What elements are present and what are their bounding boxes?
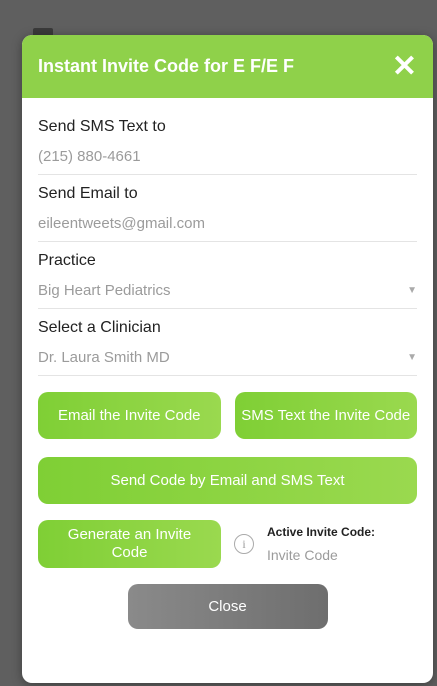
close-icon[interactable]: ✕ <box>392 51 417 82</box>
practice-value: Big Heart Pediatrics <box>38 282 171 299</box>
modal-header: Instant Invite Code for E F/E F ✕ <box>22 35 433 98</box>
email-value: eileentweets@gmail.com <box>38 215 205 232</box>
send-both-button[interactable]: Send Code by Email and SMS Text <box>38 457 417 504</box>
chevron-down-icon: ▼ <box>407 352 417 363</box>
sms-invite-button[interactable]: SMS Text the Invite Code <box>234 392 417 439</box>
generate-row: Generate an Invite Code i Active Invite … <box>38 520 417 568</box>
email-invite-button[interactable]: Email the Invite Code <box>38 392 221 439</box>
clinician-select[interactable]: Dr. Laura Smith MD ▼ <box>38 349 417 376</box>
chevron-down-icon: ▼ <box>407 285 417 296</box>
email-input[interactable]: eileentweets@gmail.com <box>38 215 417 242</box>
practice-field: Practice Big Heart Pediatrics ▼ <box>38 252 417 309</box>
generate-code-button[interactable]: Generate an Invite Code <box>38 520 221 568</box>
invite-code-modal: Instant Invite Code for E F/E F ✕ Send S… <box>22 35 433 683</box>
practice-field-label: Practice <box>38 252 96 269</box>
clinician-value: Dr. Laura Smith MD <box>38 349 170 366</box>
sms-field: Send SMS Text to (215) 880-4661 <box>38 118 417 175</box>
sms-field-label: Send SMS Text to <box>38 118 166 135</box>
email-field-label: Send Email to <box>38 185 138 202</box>
clinician-field-label: Select a Clinician <box>38 319 161 336</box>
active-code-display: Active Invite Code: Invite Code <box>267 525 375 563</box>
sms-phone-input[interactable]: (215) 880-4661 <box>38 148 417 175</box>
active-code-value: Invite Code <box>267 547 338 563</box>
sms-phone-value: (215) 880-4661 <box>38 148 141 165</box>
active-code-label: Active Invite Code: <box>267 525 376 539</box>
close-button[interactable]: Close <box>127 584 328 629</box>
practice-select[interactable]: Big Heart Pediatrics ▼ <box>38 282 417 309</box>
clinician-field: Select a Clinician Dr. Laura Smith MD ▼ <box>38 319 417 376</box>
email-field: Send Email to eileentweets@gmail.com <box>38 185 417 242</box>
modal-title: Instant Invite Code for E F/E F <box>38 56 295 76</box>
invite-button-row: Email the Invite Code SMS Text the Invit… <box>38 392 417 439</box>
info-icon[interactable]: i <box>234 534 254 554</box>
modal-body: Send SMS Text to (215) 880-4661 Send Ema… <box>22 98 433 629</box>
